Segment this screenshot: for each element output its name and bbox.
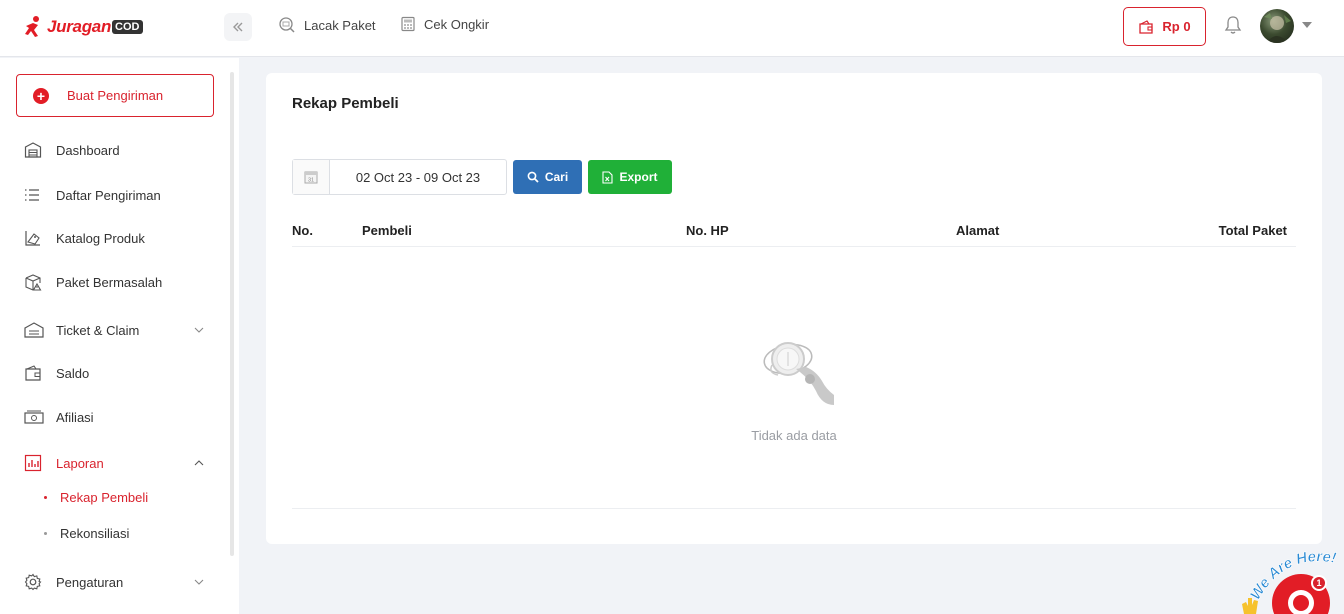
sidebar-scrollbar[interactable] [230, 72, 234, 556]
column-header-no-hp[interactable]: No. HP [686, 223, 729, 238]
list-icon [25, 189, 39, 201]
logo-runner-icon [25, 16, 39, 37]
warehouse-icon [24, 142, 42, 158]
balance-button[interactable]: Rp 0 [1123, 7, 1206, 46]
sidebar-item-label: Katalog Produk [56, 230, 145, 246]
nav-cek-ongkir-label: Cek Ongkir [424, 16, 490, 32]
chevron-down-icon [194, 579, 204, 585]
sidebar-item-dashboard[interactable]: Dashboard [24, 138, 214, 162]
chevron-up-icon [194, 460, 204, 466]
plus-icon: + [33, 87, 49, 104]
sidebar-item-label: Laporan [56, 455, 104, 471]
table-divider [292, 508, 1296, 509]
empty-magnifier-illustration [763, 342, 834, 405]
sidebar-item-label: Paket Bermasalah [56, 274, 163, 290]
chevron-down-icon [194, 327, 204, 333]
logo-cod-badge: COD [112, 20, 143, 34]
calendar-day: 31 [308, 178, 314, 184]
export-button-label: Export [619, 170, 658, 184]
create-shipment-label: Buat Pengiriman [67, 88, 164, 103]
search-button[interactable]: Cari [513, 160, 582, 194]
problem-package-icon [25, 274, 42, 291]
empty-state-text: Tidak ada data [751, 428, 837, 443]
sidebar-subitem-label: Rekonsiliasi [60, 526, 130, 541]
sidebar-subitem-rekap-pembeli[interactable]: Rekap Pembeli [44, 490, 148, 505]
sidebar-item-saldo[interactable]: Saldo [24, 361, 214, 385]
excel-file-icon [602, 170, 614, 184]
chat-unread-badge: 1 [1311, 575, 1327, 591]
sidebar-collapse-button[interactable] [224, 13, 252, 41]
bell-icon [1224, 16, 1242, 34]
user-menu-caret-icon[interactable] [1302, 22, 1312, 28]
sidebar-item-label: Dashboard [56, 142, 120, 158]
sidebar: + Buat Pengiriman Dashboard Daftar Pengi… [0, 58, 239, 614]
catalog-icon [25, 231, 40, 246]
search-icon [527, 171, 539, 183]
calculator-icon [401, 16, 415, 32]
column-header-no[interactable]: No. [292, 223, 313, 238]
calendar-icon: 31 [304, 171, 318, 184]
sidebar-item-katalog-produk[interactable]: Katalog Produk [24, 226, 214, 250]
table-header: No. Pembeli No. HP Alamat Total Paket [292, 221, 1296, 247]
export-button[interactable]: Export [588, 160, 672, 194]
sidebar-item-label: Pengaturan [56, 574, 124, 590]
sidebar-item-paket-bermasalah[interactable]: Paket Bermasalah [24, 270, 214, 294]
nav-lacak-paket[interactable]: Lacak Paket [278, 16, 376, 34]
gear-icon [24, 573, 42, 591]
money-icon [24, 410, 44, 424]
chat-bubble-icon-center [1293, 595, 1309, 611]
search-button-label: Cari [544, 170, 569, 184]
wallet-icon [25, 365, 41, 381]
sidebar-subitem-label: Rekap Pembeli [60, 490, 149, 505]
rekap-pembeli-card: Rekap Pembeli 31 02 Oct 23 - 09 Oct 23 C… [266, 73, 1322, 544]
date-range-picker[interactable]: 31 02 Oct 23 - 09 Oct 23 [292, 159, 507, 195]
nav-cek-ongkir[interactable]: Cek Ongkir [400, 16, 489, 32]
user-avatar[interactable] [1260, 9, 1294, 43]
avatar-image [1264, 13, 1291, 43]
search-package-icon [279, 17, 295, 33]
report-icon [24, 454, 42, 472]
wallet-icon [1139, 19, 1154, 34]
brand-logo[interactable]: Juragan COD [22, 12, 143, 42]
sidebar-item-laporan[interactable]: Laporan [24, 451, 214, 475]
column-header-total-paket[interactable]: Total Paket [1219, 223, 1287, 238]
waving-hand-icon [1242, 598, 1258, 614]
column-header-pembeli[interactable]: Pembeli [362, 223, 412, 238]
bullet-dot [44, 496, 47, 499]
sidebar-item-ticket-claim[interactable]: Ticket & Claim [24, 318, 214, 342]
notification-bell[interactable] [1224, 15, 1242, 40]
balance-value: Rp 0 [1162, 19, 1191, 34]
sidebar-item-afiliasi[interactable]: Afiliasi [24, 405, 214, 429]
ticket-icon [24, 322, 44, 338]
double-chevron-left-icon [233, 22, 243, 32]
page-title: Rekap Pembeli [292, 95, 399, 112]
date-range-value: 02 Oct 23 - 09 Oct 23 [355, 169, 481, 185]
column-header-alamat[interactable]: Alamat [956, 223, 999, 238]
top-navbar: Juragan COD Lacak Paket Cek Ongkir Rp 0 [0, 0, 1344, 57]
create-shipment-button[interactable]: + Buat Pengiriman [16, 74, 214, 117]
sidebar-subitem-rekonsiliasi[interactable]: Rekonsiliasi [44, 526, 129, 541]
calendar-icon-box[interactable]: 31 [293, 160, 330, 194]
bullet-dot [44, 532, 47, 535]
sidebar-item-label: Daftar Pengiriman [56, 187, 161, 203]
sidebar-item-label: Afiliasi [56, 409, 94, 425]
sidebar-item-label: Ticket & Claim [56, 322, 140, 338]
nav-lacak-paket-label: Lacak Paket [304, 17, 376, 33]
logo-text: Juragan [47, 17, 112, 36]
sidebar-item-label: Saldo [56, 365, 90, 381]
sidebar-item-daftar-pengiriman[interactable]: Daftar Pengiriman [24, 183, 214, 207]
sidebar-item-pengaturan[interactable]: Pengaturan [24, 570, 214, 594]
